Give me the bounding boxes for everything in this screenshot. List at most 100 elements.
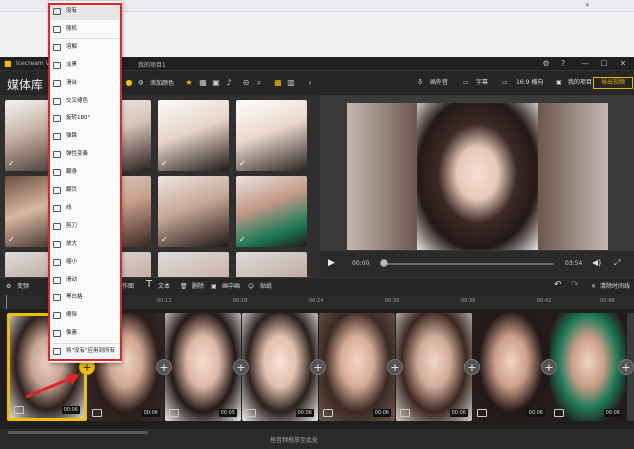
media-thumb[interactable]: ✓	[158, 176, 229, 247]
seek-bar[interactable]	[382, 263, 554, 265]
transition-icon[interactable]	[169, 409, 179, 417]
apply-all-icon	[53, 348, 61, 356]
menu-item[interactable]: 滑动	[49, 272, 121, 289]
add-transition-button[interactable]: +	[464, 359, 480, 375]
play-icon[interactable]: ▶	[328, 258, 335, 268]
timeline-clip[interactable]: 00:06	[319, 313, 395, 421]
menu-item[interactable]: 随机	[49, 21, 121, 38]
narration-button[interactable]: 画外音	[430, 77, 448, 89]
fullscreen-icon[interactable]: ⤢	[614, 258, 620, 268]
menu-item[interactable]: 将"没有"应用到所有	[49, 343, 121, 360]
seek-knob[interactable]	[380, 259, 388, 267]
add-transition-button[interactable]: +	[310, 359, 326, 375]
subtitles-button[interactable]: 字幕	[476, 77, 488, 89]
text-icon[interactable]: T	[146, 280, 152, 290]
media-thumb[interactable]	[158, 252, 229, 277]
delete-button[interactable]: 删除	[192, 282, 204, 292]
subtitle-icon[interactable]: ▭	[463, 77, 469, 89]
transition-button[interactable]: 变频	[17, 282, 29, 292]
menu-item[interactable]: 没有	[49, 3, 121, 20]
add-transition-button[interactable]: +	[387, 359, 403, 375]
volume-icon[interactable]: ◀)	[592, 258, 601, 267]
gear-icon[interactable]: ⚙	[6, 282, 11, 292]
my-projects-button[interactable]: 我的项目	[568, 77, 592, 89]
page-turn-icon	[53, 187, 61, 194]
add-transition-button[interactable]: +	[233, 359, 249, 375]
menu-item[interactable]: 翻身	[49, 164, 121, 181]
transition-icon[interactable]	[323, 409, 333, 417]
menu-item[interactable]: 翻页	[49, 182, 121, 199]
transition-icon[interactable]	[554, 409, 564, 417]
timeline-scrollbar[interactable]	[8, 431, 148, 434]
transition-icon[interactable]	[14, 406, 24, 414]
add-transition-button[interactable]: +	[618, 359, 634, 375]
media-thumb[interactable]: ✓	[158, 100, 229, 171]
aspect-button[interactable]: 16:9 横向	[516, 77, 543, 89]
add-color-icon[interactable]: ●	[124, 78, 134, 88]
timeline-clip[interactable]: 00:06	[396, 313, 472, 421]
mic-icon[interactable]: ♁	[418, 77, 422, 89]
timeline-clip[interactable]: 00:06	[242, 313, 318, 421]
aspect-icon[interactable]: ▭	[502, 77, 508, 89]
undo-icon[interactable]: ↶	[554, 280, 562, 290]
grid-view-icon[interactable]: ▦	[273, 78, 283, 88]
transition-icon[interactable]	[477, 409, 487, 417]
menu-item[interactable]: 放大	[49, 236, 121, 253]
globe-icon[interactable]: ◍	[138, 77, 143, 88]
audio-drop-area[interactable]: 拖音频拖放至此处	[0, 429, 634, 449]
top-close-icon[interactable]: ✕	[585, 2, 590, 9]
media-thumb[interactable]: ✓	[236, 100, 307, 171]
menu-item[interactable]: 黑白格	[49, 289, 121, 306]
media-thumb[interactable]: ✓	[236, 176, 307, 247]
add-transition-button[interactable]: +	[156, 359, 172, 375]
pip-icon[interactable]: ▣	[211, 282, 217, 292]
close-button[interactable]: ✕	[615, 58, 631, 70]
clear-timeline-button[interactable]: 清除时间线	[600, 282, 630, 292]
collapse-icon[interactable]: ‹	[305, 78, 315, 88]
projects-icon[interactable]: ▣	[556, 77, 562, 89]
menu-item[interactable]: 缩小	[49, 254, 121, 271]
export-button[interactable]: 导出视频	[593, 77, 633, 89]
menu-item[interactable]: 剪刀	[49, 218, 121, 235]
transition-icon[interactable]	[400, 409, 410, 417]
add-transition-button[interactable]: +	[541, 359, 557, 375]
help-icon[interactable]: ?	[555, 58, 571, 70]
clear-icon[interactable]: ✕	[591, 282, 596, 292]
search-icon[interactable]: ⌕	[254, 78, 264, 88]
menu-item[interactable]: 线	[49, 200, 121, 217]
sticker-icon[interactable]: ☺	[248, 282, 254, 292]
menu-item[interactable]: 像素	[49, 325, 121, 342]
maximize-button[interactable]: ☐	[596, 58, 612, 70]
menu-item[interactable]: 滑台	[49, 75, 121, 92]
star-icon[interactable]: ★	[184, 78, 194, 88]
menu-item[interactable]: 擦除	[49, 307, 121, 324]
sticker-button[interactable]: 贴纸	[260, 282, 272, 292]
text-button[interactable]: 文本	[158, 282, 170, 292]
menu-item[interactable]: 交叉褪色	[49, 93, 121, 110]
menu-item[interactable]: 淡黑	[49, 57, 121, 74]
minimize-button[interactable]: —	[577, 58, 593, 70]
zoom-icon[interactable]: ⊝	[241, 78, 251, 88]
settings-icon[interactable]: ⚙	[538, 58, 554, 70]
menu-item[interactable]: 弹跳	[49, 128, 121, 145]
menu-item[interactable]: 旋转180°	[49, 110, 121, 127]
list-view-icon[interactable]: ▥	[286, 78, 296, 88]
image-icon[interactable]: ▣	[211, 78, 221, 88]
menu-item[interactable]: 弹性变奏	[49, 146, 121, 163]
playhead[interactable]	[6, 295, 7, 309]
transition-icon[interactable]	[92, 409, 102, 417]
film-icon[interactable]: ▦	[198, 78, 208, 88]
music-icon[interactable]: ♪	[224, 78, 234, 88]
transition-icon[interactable]	[246, 409, 256, 417]
timeline-clip[interactable]: 00:06	[473, 313, 549, 421]
trash-icon[interactable]: 🗑	[180, 282, 188, 292]
add-color-button[interactable]: 添加颜色	[150, 78, 174, 89]
pip-button[interactable]: 画中画	[222, 282, 240, 292]
redo-icon[interactable]: ↷	[571, 280, 579, 290]
timeline-clip[interactable]: 00:05	[165, 313, 241, 421]
elastic-icon	[53, 151, 61, 159]
action-button[interactable]: 作图	[122, 282, 134, 292]
media-thumb[interactable]	[236, 252, 307, 277]
timeline-clip[interactable]: 00:06	[550, 313, 626, 421]
menu-item[interactable]: 溶解	[49, 39, 121, 56]
